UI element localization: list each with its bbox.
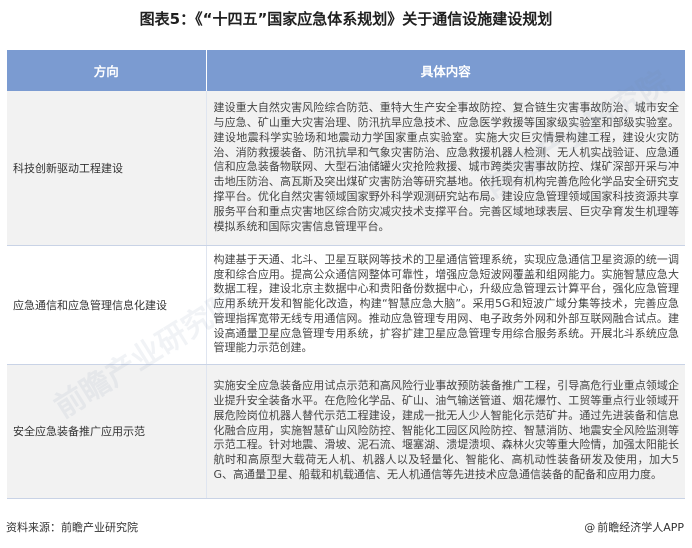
table-header-row: 方向 具体内容 — [7, 50, 685, 91]
direction-cell: 应急通信和应急管理信息化建设 — [7, 245, 207, 365]
content-cell: 构建基于天通、北斗、卫星互联网等技术的卫星通信管理系统，实现应急通信卫星资源的统… — [206, 245, 685, 365]
brand-credit: @ 前瞻经济学人APP — [584, 519, 684, 535]
header-direction: 方向 — [7, 50, 207, 91]
at-sign-icon: @ — [584, 521, 596, 534]
table-row: 应急通信和应急管理信息化建设 构建基于天通、北斗、卫星互联网等技术的卫星通信管理… — [7, 245, 685, 365]
content-cell: 建设重大自然灾害风险综合防范、重特大生产安全事故防控、复合链生灾害事故防治、城市… — [206, 91, 685, 246]
content-cell: 实施安全应急装备应用试点示范和高风险行业事故预防装备推广工程，引导高危行业重点领… — [206, 364, 685, 499]
planning-table: 方向 具体内容 科技创新驱动工程建设 建设重大自然灾害风险综合防范、重特大生产安… — [7, 50, 685, 499]
source-note: 资料来源：前瞻产业研究院 — [6, 521, 138, 534]
figure-title: 图表5：《“十四五”国家应急体系规划》关于通信设施建设规划 — [139, 10, 553, 28]
header-content: 具体内容 — [206, 50, 685, 91]
table-row: 安全应急装备推广应用示范 实施安全应急装备应用试点示范和高风险行业事故预防装备推… — [7, 364, 685, 499]
brand-label: 前瞻经济学人APP — [597, 521, 684, 534]
direction-cell: 安全应急装备推广应用示范 — [7, 364, 207, 499]
direction-cell: 科技创新驱动工程建设 — [7, 91, 207, 246]
table-row: 科技创新驱动工程建设 建设重大自然灾害风险综合防范、重特大生产安全事故防控、复合… — [7, 91, 685, 246]
